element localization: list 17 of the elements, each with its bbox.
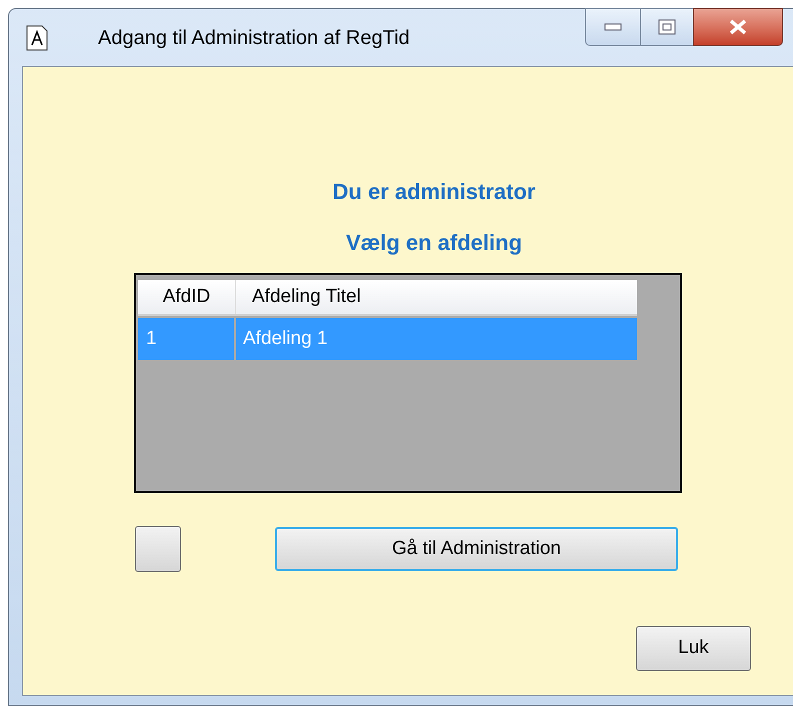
- close-icon: [728, 19, 748, 35]
- maximize-button[interactable]: [641, 8, 693, 46]
- close-button[interactable]: Luk: [636, 626, 751, 671]
- minimize-button[interactable]: [585, 8, 641, 46]
- heading: Vælg en afdeling: [346, 229, 522, 257]
- column-header[interactable]: Afdeling Titel: [236, 280, 637, 314]
- app-icon: [26, 24, 48, 50]
- heading: Du er administrator: [332, 178, 536, 206]
- column-header[interactable]: AfdID: [138, 280, 236, 314]
- table-cell: 1: [138, 318, 236, 360]
- table-cell-text: Afdeling 1: [242, 326, 329, 351]
- minimize-icon: [604, 23, 622, 31]
- window-title: Adgang til Administration af RegTid: [98, 26, 410, 50]
- blank-button[interactable]: [135, 526, 181, 572]
- restore-icon: [658, 19, 676, 35]
- go-to-administration-button[interactable]: Gå til Administration: [275, 527, 678, 571]
- close-window-button[interactable]: [693, 8, 783, 46]
